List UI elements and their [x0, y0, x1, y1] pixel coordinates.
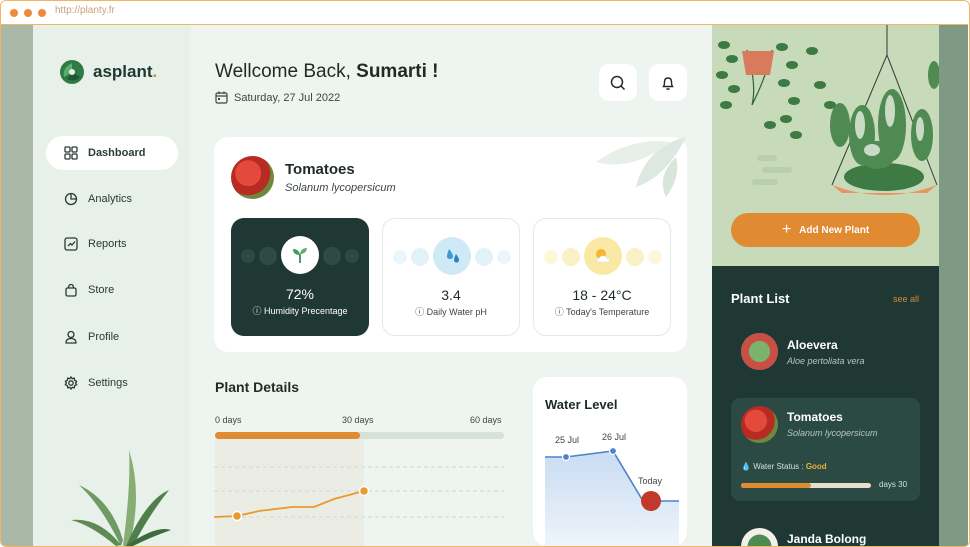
current-date: Saturday, 27 Jul 2022	[215, 91, 340, 104]
nav-item-store[interactable]: Store	[46, 273, 178, 307]
nav-item-analytics[interactable]: Analytics	[46, 182, 178, 216]
water-level-card: Water Level 25 Jul 26 Jul Today	[533, 377, 687, 546]
water-status-value: Good	[805, 462, 827, 471]
browser-window: http://planty.fr asplant. Dashboard Anal…	[0, 0, 970, 547]
browser-bar: http://planty.fr	[1, 1, 968, 25]
notifications-button[interactable]	[649, 64, 687, 101]
plant-avatar	[741, 406, 778, 443]
nav-label: Reports	[88, 238, 127, 250]
stat-label: ⓘ Humidity Precentage	[252, 306, 348, 316]
plant-name: Tomatoes	[285, 161, 355, 178]
droplet-icon: 💧	[741, 462, 751, 471]
date-text: Saturday, 27 Jul 2022	[234, 91, 341, 104]
trend-chart-icon	[64, 237, 78, 251]
sun-cloud-icon	[584, 237, 622, 275]
growth-progress-fill	[215, 432, 360, 439]
water-days: days 30	[879, 480, 908, 489]
plant-list-item-aloevera[interactable]: Aloevera Aloe pertoliata vera	[731, 325, 920, 380]
stat-card-humidity[interactable]: 72% ⓘ Humidity Precentage	[231, 218, 369, 336]
water-level-title: Water Level	[545, 397, 618, 412]
shopping-bag-icon	[65, 283, 77, 297]
stat-card-temperature[interactable]: 18 - 24°C ⓘ Today's Temperature	[533, 218, 671, 336]
see-all-link[interactable]: see all	[893, 294, 919, 304]
plant-list-scientific: Aloe pertoliata vera	[787, 356, 865, 366]
brand-logo[interactable]: asplant.	[59, 59, 157, 85]
leaf-decoration-image	[596, 137, 686, 197]
nav-label: Analytics	[88, 193, 133, 205]
plant-avatar	[741, 528, 778, 546]
plus-icon: +	[781, 221, 792, 238]
user-name: Sumarti !	[356, 61, 439, 82]
plant-scientific-name: Solanum lycopersicum	[285, 182, 396, 194]
day-label-end: 60 days	[470, 415, 502, 425]
plant-summary-card: Tomatoes Solanum lycopersicum 72% ⓘ Humi…	[214, 137, 687, 352]
day-label-start: 0 days	[215, 415, 242, 425]
plant-list-scientific: Solanum lycopersicum	[787, 428, 878, 438]
window-dot-maximize[interactable]	[38, 9, 46, 17]
brand-name: asplant	[93, 62, 153, 81]
add-new-plant-button[interactable]: + Add New Plant	[731, 213, 920, 247]
growth-progress-track	[215, 432, 504, 439]
stat-label: ⓘ Today's Temperature	[554, 307, 650, 317]
sprout-icon	[281, 236, 319, 274]
nav-label: Profile	[88, 331, 120, 343]
gear-icon	[64, 376, 78, 390]
water-progress-fill	[741, 483, 812, 488]
pie-chart-icon	[64, 192, 78, 206]
stat-value: 18 - 24°C	[572, 287, 632, 303]
main-content: Wellcome Back, Sumarti ! Saturday, 27 Ju…	[190, 25, 712, 546]
plant-avatar	[741, 333, 778, 370]
plant-list-item-tomatoes[interactable]: Tomatoes Solanum lycopersicum 💧 Water St…	[731, 398, 920, 501]
day-label-mid: 30 days	[342, 415, 374, 425]
plant-list-name: Janda Bolong	[787, 532, 867, 546]
nav-item-reports[interactable]: Reports	[46, 227, 178, 261]
stat-card-water-ph[interactable]: 3.4 ⓘ Daily Water pH	[382, 218, 520, 336]
tomato-avatar	[231, 156, 274, 199]
background-strip	[939, 25, 968, 546]
welcome-heading: Wellcome Back, Sumarti !	[215, 61, 439, 82]
plant-list-name: Aloevera	[787, 338, 838, 352]
brand-dot: .	[152, 62, 158, 81]
plant-list-name: Tomatoes	[787, 410, 843, 424]
plant-details-title: Plant Details	[215, 379, 300, 395]
nav-label: Settings	[88, 377, 128, 389]
stat-value: 72%	[285, 286, 315, 302]
app-root: asplant. Dashboard Analytics Reports Sto…	[1, 25, 968, 546]
bell-icon	[662, 76, 674, 90]
search-icon	[610, 75, 626, 90]
hanging-plants-banner: + Add New Plant	[712, 25, 940, 266]
water-drops-icon	[433, 237, 471, 275]
plant-details-panel: Plant Details 0 days 30 days 60 days	[214, 375, 504, 546]
user-icon	[65, 330, 77, 344]
calendar-icon	[215, 91, 228, 104]
nav-item-profile[interactable]: Profile	[46, 320, 178, 354]
right-panel: + Add New Plant Plant List see all Aloev…	[712, 25, 940, 546]
plant-decoration-image	[71, 450, 171, 546]
sidebar: asplant. Dashboard Analytics Reports Sto…	[33, 25, 190, 546]
nav-item-settings[interactable]: Settings	[46, 366, 178, 400]
plant-list-item-janda-bolong[interactable]: Janda Bolong	[731, 522, 920, 546]
water-status: 💧 Water Status : Good	[741, 462, 827, 471]
growth-line-chart	[214, 466, 504, 522]
grid-icon	[64, 146, 78, 160]
search-button[interactable]	[599, 64, 637, 101]
water-level-chart	[545, 446, 679, 546]
leaf-logo-icon	[60, 60, 84, 84]
stat-value: 3.4	[441, 287, 461, 303]
nav-label: Store	[88, 284, 115, 296]
nav-label: Dashboard	[88, 147, 146, 159]
stat-label: ⓘ Daily Water pH	[415, 307, 487, 317]
plant-list-title: Plant List	[731, 291, 790, 306]
nav-item-dashboard[interactable]: Dashboard	[46, 136, 178, 170]
water-progress-track	[741, 483, 871, 488]
window-dot-minimize[interactable]	[24, 9, 32, 17]
window-dot-close[interactable]	[10, 9, 18, 17]
address-bar[interactable]: http://planty.fr	[55, 5, 115, 16]
